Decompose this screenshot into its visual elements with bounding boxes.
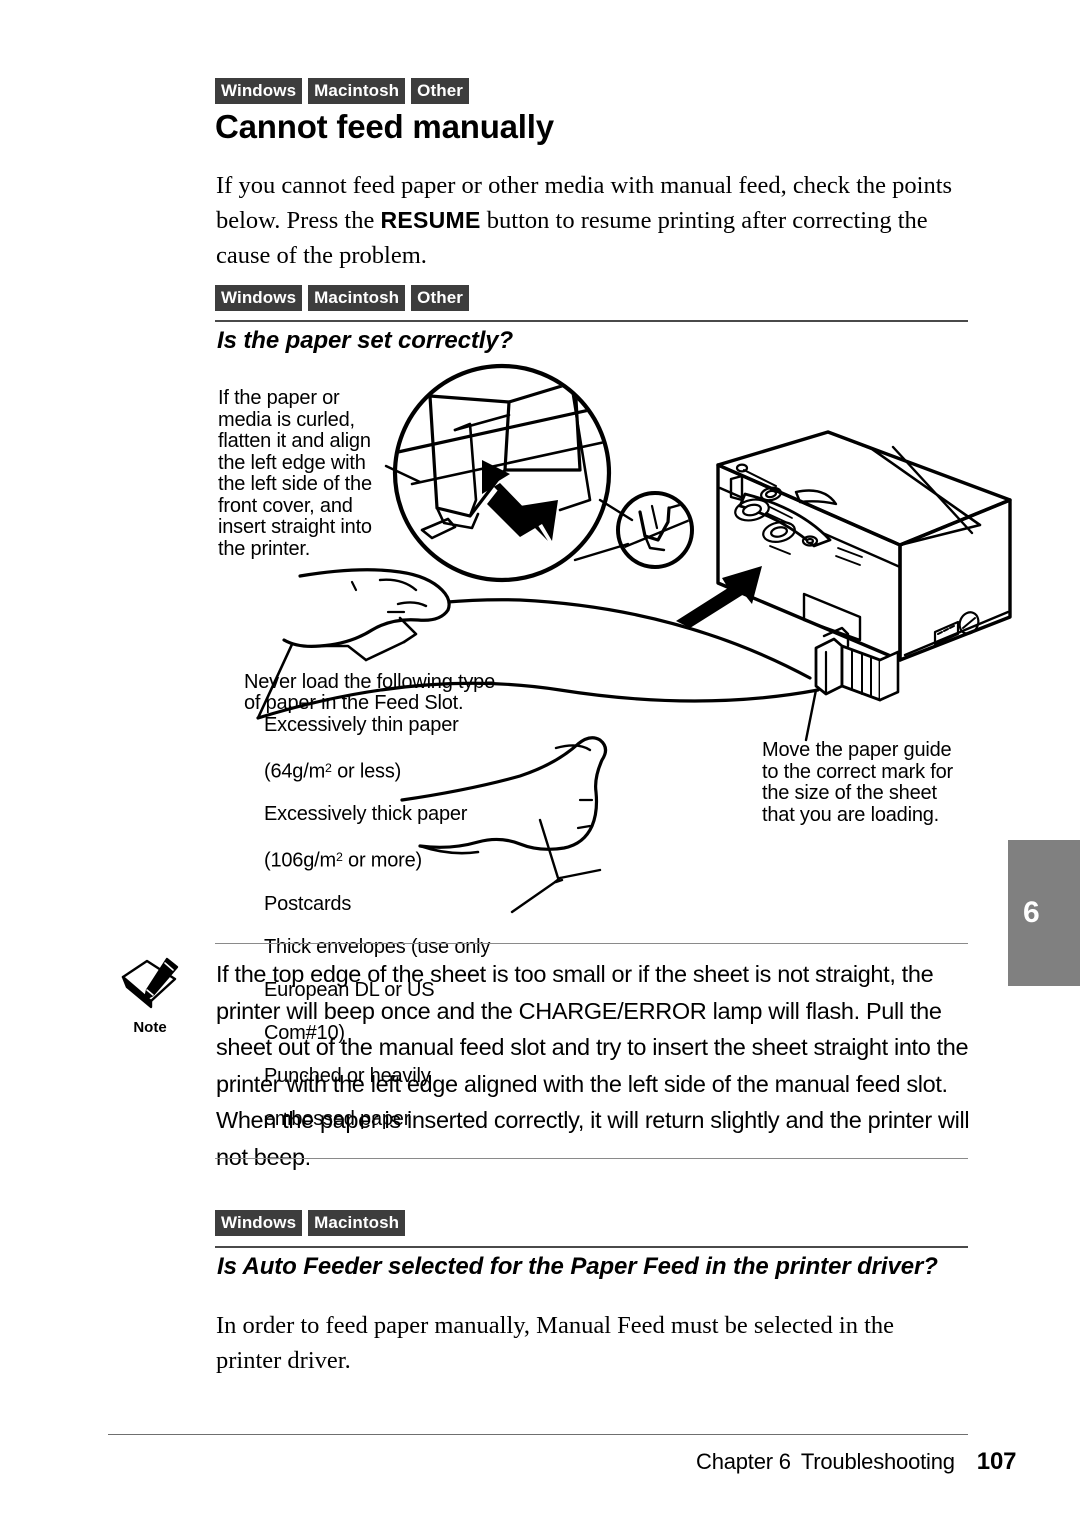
os-badge-windows[interactable]: Windows — [215, 285, 303, 311]
note-icon-group: Note — [104, 957, 196, 1036]
callout-move-paper-guide: Move the paper guide to the correct mark… — [762, 739, 954, 826]
footer-page-number: 107 — [976, 1448, 1017, 1475]
os-badge-windows[interactable]: Windows — [215, 1210, 303, 1236]
never-load-item: (106g/m2 or more) — [264, 849, 423, 872]
subsection-heading-paper-set: Is the paper set correctly? — [217, 327, 514, 354]
os-badge-windows[interactable]: Windows — [215, 78, 303, 104]
note-icon-label: Note — [133, 1019, 167, 1036]
footer-divider — [108, 1434, 968, 1435]
page-title: Cannot feed manually — [215, 108, 554, 145]
resume-button-name: RESUME — [380, 207, 481, 233]
os-badge-macintosh[interactable]: Macintosh — [308, 1210, 406, 1236]
chapter-tab-number: 6 — [1023, 896, 1040, 929]
never-load-item: Excessively thick paper — [264, 803, 468, 826]
footer-chapter: Chapter 6 — [696, 1449, 791, 1474]
callout-flatten-paper: If the paper or media is curled, flatten… — [218, 387, 372, 560]
os-badge-other[interactable]: Other — [411, 78, 469, 104]
never-load-item: (64g/m2 or less) — [264, 760, 402, 783]
footer-section: Troubleshooting — [800, 1449, 955, 1474]
never-load-item: Postcards — [264, 892, 352, 915]
callout-never-load-intro: Never load the following type of paper i… — [244, 670, 496, 714]
footer: Chapter 6 Troubleshooting 107 — [696, 1448, 1016, 1476]
manual-page: Windows Macintosh Other Cannot feed manu… — [0, 0, 1080, 1533]
section-divider-auto-feeder — [215, 1246, 968, 1248]
os-badge-macintosh[interactable]: Macintosh — [308, 285, 406, 311]
note-pencil-icon — [121, 957, 179, 1009]
intro-paragraph: If you cannot feed paper or other media … — [216, 168, 956, 273]
os-badge-row-auto-feeder: Windows Macintosh — [215, 1210, 406, 1236]
section-divider-paper-set — [215, 320, 968, 322]
never-load-item: Excessively thin paper — [264, 713, 459, 736]
chapter-tab: 6 — [1008, 840, 1080, 986]
note-divider-top — [215, 943, 968, 944]
note-divider-bottom — [215, 1158, 968, 1159]
os-badge-other[interactable]: Other — [411, 285, 469, 311]
subsection-heading-auto-feeder: Is Auto Feeder selected for the Paper Fe… — [217, 1253, 938, 1280]
never-load-item: Thick envelopes (use only — [264, 935, 491, 958]
os-badge-row-paper-set: Windows Macintosh Other — [215, 285, 469, 311]
os-badge-macintosh[interactable]: Macintosh — [308, 78, 406, 104]
note-paragraph: If the top edge of the sheet is too smal… — [216, 961, 970, 1170]
os-badge-row-cannot-feed: Windows Macintosh Other — [215, 78, 469, 104]
auto-feeder-paragraph: In order to feed paper manually, Manual … — [216, 1312, 895, 1374]
